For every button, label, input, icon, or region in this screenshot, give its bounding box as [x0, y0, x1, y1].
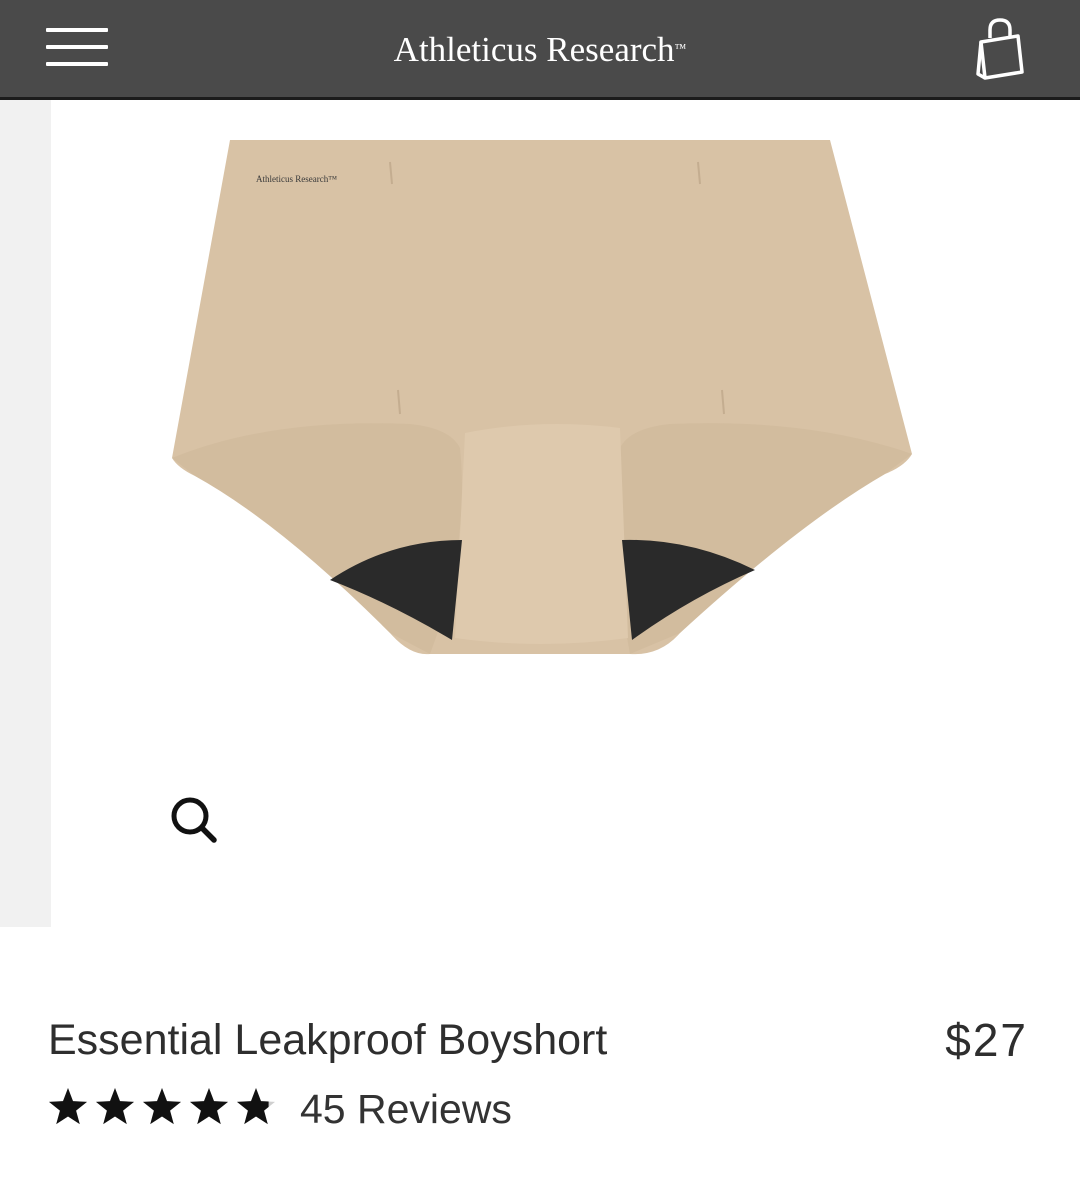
star-rating[interactable] [48, 1082, 278, 1132]
brand-name: Athleticus Research [393, 30, 675, 69]
brand-logo[interactable]: Athleticus Research™ [0, 30, 1080, 70]
trademark-mark: ™ [674, 41, 687, 55]
product-image-label: Athleticus Research™ [256, 174, 337, 184]
star-icon [48, 1088, 88, 1125]
cart-button[interactable] [974, 16, 1030, 82]
star-icon [189, 1088, 229, 1125]
shopping-bag-icon [976, 18, 1024, 80]
star-icon [142, 1088, 182, 1125]
top-navigation-bar: Athleticus Research™ [0, 0, 1080, 100]
zoom-button[interactable] [166, 792, 222, 848]
star-icon [95, 1088, 135, 1125]
gallery-previous-image-edge[interactable] [0, 100, 51, 927]
product-price: $27 [945, 1014, 1028, 1066]
reviews-link[interactable]: 45 Reviews [300, 1084, 512, 1134]
product-image[interactable]: Athleticus Research™ [160, 128, 930, 673]
magnifier-icon [171, 797, 217, 843]
product-title: Essential Leakproof Boyshort [48, 1016, 608, 1064]
